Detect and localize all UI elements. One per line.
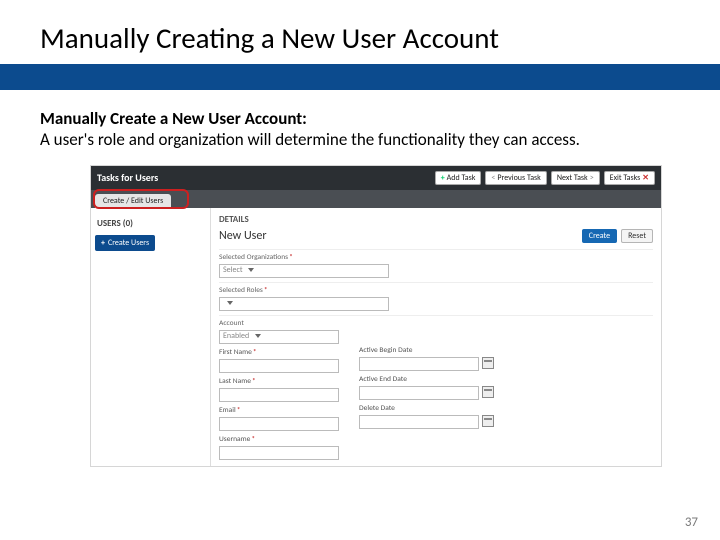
last-name-input[interactable] [219,388,339,402]
sidebar: USERS (0) + Create Users [91,208,211,466]
app-body: USERS (0) + Create Users DETAILS New Use… [91,208,661,466]
slide-title: Manually Creating a New User Account [0,0,720,64]
plus-icon: + [101,238,105,248]
username-input[interactable] [219,446,339,460]
details-header: DETAILS [219,214,653,225]
next-task-button[interactable]: Next Task> [551,171,600,185]
calendar-icon[interactable] [482,415,494,427]
panel-title-row: New User Create Reset [219,229,653,243]
orgs-select[interactable]: Select [219,264,389,278]
enabled-value: Enabled [223,331,249,341]
plus-icon: + [441,173,445,183]
delete-date-input[interactable] [359,415,479,429]
username-label: Username [219,435,339,444]
create-users-label: Create Users [108,238,149,248]
app-header: Tasks for Users +Add Task <Previous Task… [91,166,661,190]
active-begin-label: Active Begin Date [359,346,494,355]
last-name-label: Last Name [219,377,339,386]
panel-title: New User [219,229,578,243]
slide-body: Manually Create a New User Account: A us… [0,90,720,157]
orgs-select-placeholder: Select [223,265,243,275]
reset-button-top[interactable]: Reset [621,229,653,243]
exit-tasks-label: Exit Tasks [610,173,641,183]
email-input[interactable] [219,417,339,431]
details-panel: DETAILS New User Create Reset Selected O… [211,208,661,466]
section-selected-roles: Selected Roles [219,282,653,295]
close-icon: ✕ [642,173,649,183]
exit-tasks-button[interactable]: Exit Tasks✕ [604,171,655,185]
chevron-down-icon [255,334,261,338]
calendar-icon[interactable] [482,357,494,369]
next-task-label: Next Task [557,173,588,183]
tasks-title: Tasks for Users [97,171,431,184]
calendar-icon[interactable] [482,386,494,398]
roles-select[interactable] [219,297,389,311]
previous-task-button[interactable]: <Previous Task [485,171,546,185]
active-end-input[interactable] [359,386,479,400]
section-selected-organizations: Selected Organizations [219,249,653,262]
app-screenshot: Tasks for Users +Add Task <Previous Task… [90,165,662,467]
create-users-button[interactable]: + Create Users [95,235,155,251]
enabled-select[interactable]: Enabled [219,330,339,344]
email-label: Email [219,406,339,415]
chevron-left-icon: < [491,173,495,183]
lead-text: Manually Create a New User Account: [40,108,307,129]
prev-task-label: Previous Task [497,173,540,183]
active-begin-input[interactable] [359,357,479,371]
tab-create-edit-users[interactable]: Create / Edit Users [95,194,171,208]
section-account: Account [219,315,653,328]
first-name-input[interactable] [219,359,339,373]
title-underline-band [0,64,720,90]
add-task-label: Add Task [447,173,476,183]
chevron-down-icon [248,268,254,272]
chevron-down-icon [227,301,233,305]
delete-date-label: Delete Date [359,404,494,413]
page-number: 37 [685,515,698,530]
active-end-label: Active End Date [359,375,494,384]
create-button-top[interactable]: Create [582,229,617,243]
first-name-label: First Name [219,348,339,357]
body-text: A user's role and organization will dete… [40,129,580,150]
add-task-button[interactable]: +Add Task [435,171,482,185]
users-count-header: USERS (0) [95,214,206,235]
subtab-row: Create / Edit Users [91,190,661,208]
chevron-right-icon: > [590,173,594,183]
